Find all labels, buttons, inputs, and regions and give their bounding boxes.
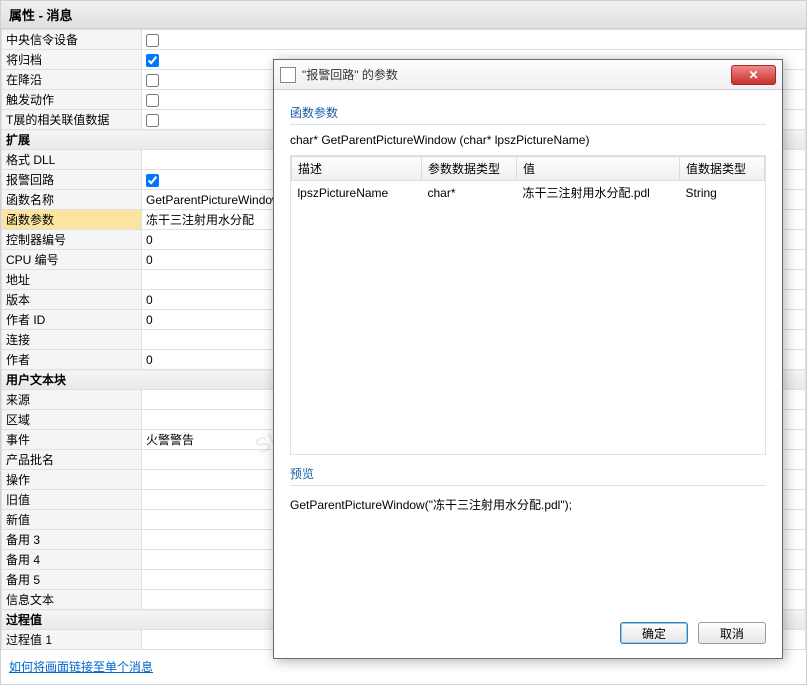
dialog-titlebar[interactable]: "报警回路" 的参数 ✕	[274, 60, 782, 90]
row-central-signal[interactable]: 中央信令设备	[2, 30, 142, 50]
function-signature: char* GetParentPictureWindow (char* lpsz…	[290, 131, 766, 155]
checkbox-related-value[interactable]	[146, 114, 159, 127]
row-operation[interactable]: 操作	[2, 470, 142, 490]
row-alarm-loop[interactable]: 报警回路	[2, 170, 142, 190]
cell-desc: lpszPictureName	[292, 181, 422, 205]
row-function-params[interactable]: 函数参数	[2, 210, 142, 230]
row-version[interactable]: 版本	[2, 290, 142, 310]
row-spare4[interactable]: 备用 4	[2, 550, 142, 570]
cell-vtype: String	[680, 181, 765, 205]
close-button[interactable]: ✕	[731, 65, 776, 85]
row-event[interactable]: 事件	[2, 430, 142, 450]
row-related-value[interactable]: T展的相关联值数据	[2, 110, 142, 130]
checkbox-alarm-loop[interactable]	[146, 174, 159, 187]
params-dialog: "报警回路" 的参数 ✕ 函数参数 char* GetParentPicture…	[273, 59, 783, 659]
cell-value[interactable]: 冻干三注射用水分配.pdl	[517, 181, 680, 205]
checkbox-falling-edge[interactable]	[146, 74, 159, 87]
preview-text: GetParentPictureWindow("冻干三注射用水分配.pdl");	[290, 492, 766, 513]
row-archive[interactable]: 将归档	[2, 50, 142, 70]
row-batch[interactable]: 产品批名	[2, 450, 142, 470]
row-proc-value1[interactable]: 过程值 1	[2, 630, 142, 650]
checkbox-archive[interactable]	[146, 54, 159, 67]
col-vtype[interactable]: 值数据类型	[680, 157, 765, 181]
row-function-name[interactable]: 函数名称	[2, 190, 142, 210]
row-spare3[interactable]: 备用 3	[2, 530, 142, 550]
col-value[interactable]: 值	[517, 157, 680, 181]
group-preview: 预览	[290, 465, 766, 486]
row-falling-edge[interactable]: 在降沿	[2, 70, 142, 90]
row-trigger-action[interactable]: 触发动作	[2, 90, 142, 110]
col-desc[interactable]: 描述	[292, 157, 422, 181]
col-ptype[interactable]: 参数数据类型	[422, 157, 517, 181]
row-area[interactable]: 区域	[2, 410, 142, 430]
row-connection[interactable]: 连接	[2, 330, 142, 350]
row-cpu-no[interactable]: CPU 编号	[2, 250, 142, 270]
page-title: 属性 - 消息	[1, 1, 806, 29]
app-icon	[280, 67, 296, 83]
row-format-dll[interactable]: 格式 DLL	[2, 150, 142, 170]
param-table: 描述 参数数据类型 值 值数据类型 lpszPictureName char* …	[291, 156, 765, 204]
checkbox-trigger-action[interactable]	[146, 94, 159, 107]
row-address[interactable]: 地址	[2, 270, 142, 290]
row-new-value[interactable]: 新值	[2, 510, 142, 530]
row-spare5[interactable]: 备用 5	[2, 570, 142, 590]
dialog-title-text: "报警回路" 的参数	[302, 66, 725, 83]
row-author[interactable]: 作者	[2, 350, 142, 370]
row-info-text[interactable]: 信息文本	[2, 590, 142, 610]
group-function-params: 函数参数	[290, 104, 766, 125]
cancel-button[interactable]: 取消	[698, 622, 766, 644]
ok-button[interactable]: 确定	[620, 622, 688, 644]
help-link[interactable]: 如何将画面链接至单个消息	[1, 650, 161, 683]
param-table-wrap: 描述 参数数据类型 值 值数据类型 lpszPictureName char* …	[290, 155, 766, 455]
row-controller-no[interactable]: 控制器编号	[2, 230, 142, 250]
row-author-id[interactable]: 作者 ID	[2, 310, 142, 330]
checkbox-central-signal[interactable]	[146, 34, 159, 47]
row-old-value[interactable]: 旧值	[2, 490, 142, 510]
close-icon: ✕	[748, 68, 758, 82]
param-row[interactable]: lpszPictureName char* 冻干三注射用水分配.pdl Stri…	[292, 181, 765, 205]
cell-ptype: char*	[422, 181, 517, 205]
row-source[interactable]: 来源	[2, 390, 142, 410]
